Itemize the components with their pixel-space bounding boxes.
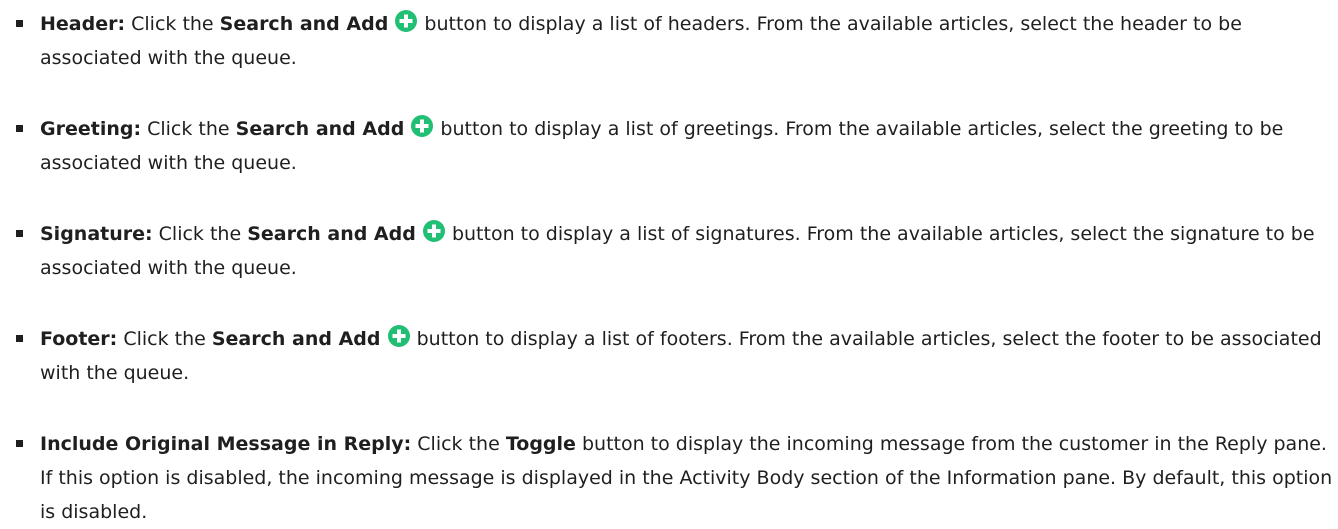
bullet bbox=[16, 125, 23, 132]
item-text: Click the bbox=[123, 328, 206, 350]
action-name: Search and Add bbox=[235, 118, 405, 140]
plus-circle-icon bbox=[411, 115, 434, 137]
action-name: Search and Add bbox=[211, 328, 381, 350]
bullet bbox=[16, 230, 23, 237]
item-label: Signature: bbox=[40, 223, 153, 245]
list-item-greeting: Greeting: Click the Search and Add butto… bbox=[0, 112, 1338, 180]
item-text: Click the bbox=[158, 223, 242, 245]
item-label: Footer: bbox=[40, 328, 118, 350]
action-name: Search and Add bbox=[219, 13, 389, 35]
action-name: Toggle bbox=[505, 433, 576, 455]
item-label: Header: bbox=[40, 13, 126, 35]
action-name: Search and Add bbox=[247, 223, 416, 245]
list-item-footer: Footer: Click the Search and Add button … bbox=[0, 322, 1338, 390]
bullet bbox=[16, 20, 23, 27]
bullet bbox=[16, 440, 23, 447]
plus-circle-icon bbox=[422, 220, 445, 242]
item-text: Click the bbox=[417, 433, 500, 455]
plus-circle-icon bbox=[395, 10, 418, 32]
list-item-include-original-message: Include Original Message in Reply: Click… bbox=[0, 427, 1338, 529]
item-label: Include Original Message in Reply: bbox=[40, 433, 412, 455]
list-item-header: Header: Click the Search and Add button … bbox=[0, 7, 1338, 75]
list-item-signature: Signature: Click the Search and Add butt… bbox=[0, 217, 1338, 285]
item-text: Click the bbox=[147, 118, 230, 140]
plus-circle-icon bbox=[387, 325, 410, 347]
bullet bbox=[16, 335, 23, 342]
item-label: Greeting: bbox=[40, 118, 142, 140]
item-text: Click the bbox=[131, 13, 214, 35]
